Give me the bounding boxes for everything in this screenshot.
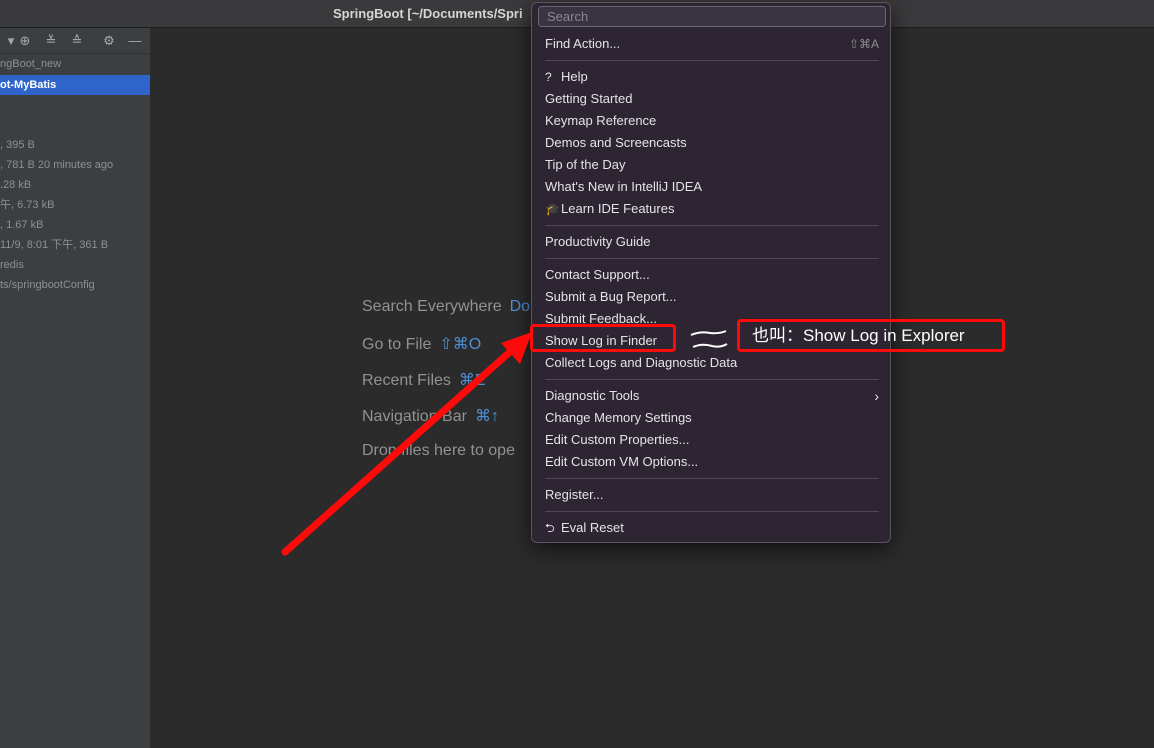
hint-label: Recent Files — [362, 372, 451, 389]
dropdown-icon[interactable]: ▾ — [4, 34, 18, 48]
hint-label: Navigation Bar — [362, 408, 467, 425]
graduation-cap-icon: 🎓 — [545, 202, 560, 216]
tree-row[interactable]: 11/9, 8:01 下午, 361 B — [0, 235, 150, 255]
menu-item-register[interactable]: Register... — [545, 485, 879, 505]
menu-item-edit-custom-properties[interactable]: Edit Custom Properties... — [545, 430, 879, 450]
collapse-all-icon[interactable]: ≙ — [70, 34, 84, 48]
hint-shortcut: Do — [509, 298, 531, 315]
hint-shortcut: ⌘E — [458, 372, 486, 389]
tree-row[interactable]: 午, 6.73 kB — [0, 195, 150, 215]
hint-go-to-file: Go to File ⇧⌘O — [362, 334, 481, 354]
gear-icon[interactable]: ⚙ — [102, 34, 116, 48]
menu-item-shortcut: ⇧⌘A — [848, 37, 879, 51]
help-menu: Find Action... ⇧⌘A ? Help Getting Started… — [531, 2, 891, 543]
menu-item-label: Eval Reset — [561, 520, 624, 535]
menu-item-tip-of-the-day[interactable]: Tip of the Day — [545, 155, 879, 175]
tree-row[interactable]: .28 kB — [0, 175, 150, 195]
menu-item-help[interactable]: ? Help — [545, 67, 879, 87]
menu-item-eval-reset[interactable]: ⮌ Eval Reset — [545, 518, 879, 538]
minimize-icon[interactable]: — — [128, 34, 142, 48]
hint-label: Go to File — [362, 336, 432, 353]
window-title: SpringBoot [~/Documents/Spri — [333, 6, 523, 21]
menu-item-learn-ide-features[interactable]: 🎓Learn IDE Features — [545, 199, 879, 219]
annotation-box: 也叫：Show Log in Explorer — [737, 319, 1005, 352]
menu-item-label: Learn IDE Features — [561, 201, 675, 216]
menu-item-productivity-guide[interactable]: Productivity Guide — [545, 232, 879, 252]
menu-item-whats-new[interactable]: What's New in IntelliJ IDEA — [545, 177, 879, 197]
menu-item-submit-bug-report[interactable]: Submit a Bug Report... — [545, 287, 879, 307]
menu-item-demos[interactable]: Demos and Screencasts — [545, 133, 879, 153]
tree-row[interactable]: redis — [0, 255, 150, 275]
hint-drop-files: Drop files here to ope — [362, 442, 515, 460]
menu-item-collect-logs[interactable]: Collect Logs and Diagnostic Data — [545, 353, 879, 373]
hint-shortcut: ⇧⌘O — [439, 336, 482, 353]
hint-navigation-bar: Navigation Bar ⌘↑ — [362, 406, 499, 426]
menu-item-label: Help — [561, 69, 588, 84]
tree-row[interactable]: , 781 B 20 minutes ago — [0, 155, 150, 175]
menu-item-getting-started[interactable]: Getting Started — [545, 89, 879, 109]
menu-separator — [545, 511, 879, 512]
tree-row-selected[interactable]: ot-MyBatis — [0, 75, 150, 95]
menu-item-diagnostic-tools[interactable]: Diagnostic Tools › — [545, 386, 879, 406]
hint-label: Search Everywhere — [362, 298, 502, 315]
chevron-right-icon: › — [874, 388, 879, 404]
locate-icon[interactable]: ⊕ — [18, 34, 32, 48]
menu-separator — [545, 379, 879, 380]
help-icon: ? — [545, 70, 552, 84]
project-sidebar: ▾ ⊕ ≚ ≙ ⚙ — ngBoot_new ot-MyBatis , 395 … — [0, 28, 150, 748]
menu-item-label: Find Action... — [545, 36, 621, 51]
menu-item-edit-custom-vm-options[interactable]: Edit Custom VM Options... — [545, 452, 879, 472]
menu-item-contact-support[interactable]: Contact Support... — [545, 265, 879, 285]
menu-separator — [545, 60, 879, 61]
expand-all-icon[interactable]: ≚ — [44, 34, 58, 48]
menu-separator — [545, 258, 879, 259]
menu-item-keymap-reference[interactable]: Keymap Reference — [545, 111, 879, 131]
hint-recent-files: Recent Files ⌘E — [362, 370, 486, 390]
tree-row[interactable]: ts/springbootConfig — [0, 275, 150, 295]
tree-row[interactable]: , 395 B — [0, 135, 150, 155]
highlight-box — [530, 324, 676, 352]
menu-search-box — [538, 6, 886, 27]
menu-item-find-action[interactable]: Find Action... ⇧⌘A — [545, 34, 879, 54]
menu-item-change-memory[interactable]: Change Memory Settings — [545, 408, 879, 428]
undo-icon: ⮌ — [545, 521, 555, 535]
hint-label: Drop files here to ope — [362, 442, 515, 459]
menu-search-input[interactable] — [539, 7, 885, 26]
menu-separator — [545, 225, 879, 226]
tree-row[interactable]: , 1.67 kB — [0, 215, 150, 235]
hint-shortcut: ⌘↑ — [474, 408, 499, 425]
hint-search-everywhere: Search Everywhere Do — [362, 298, 530, 316]
tree-row[interactable]: ngBoot_new — [0, 54, 150, 74]
menu-separator — [545, 478, 879, 479]
sidebar-toolbar: ▾ ⊕ ≚ ≙ ⚙ — — [0, 28, 150, 54]
menu-item-label: Diagnostic Tools — [545, 388, 640, 403]
